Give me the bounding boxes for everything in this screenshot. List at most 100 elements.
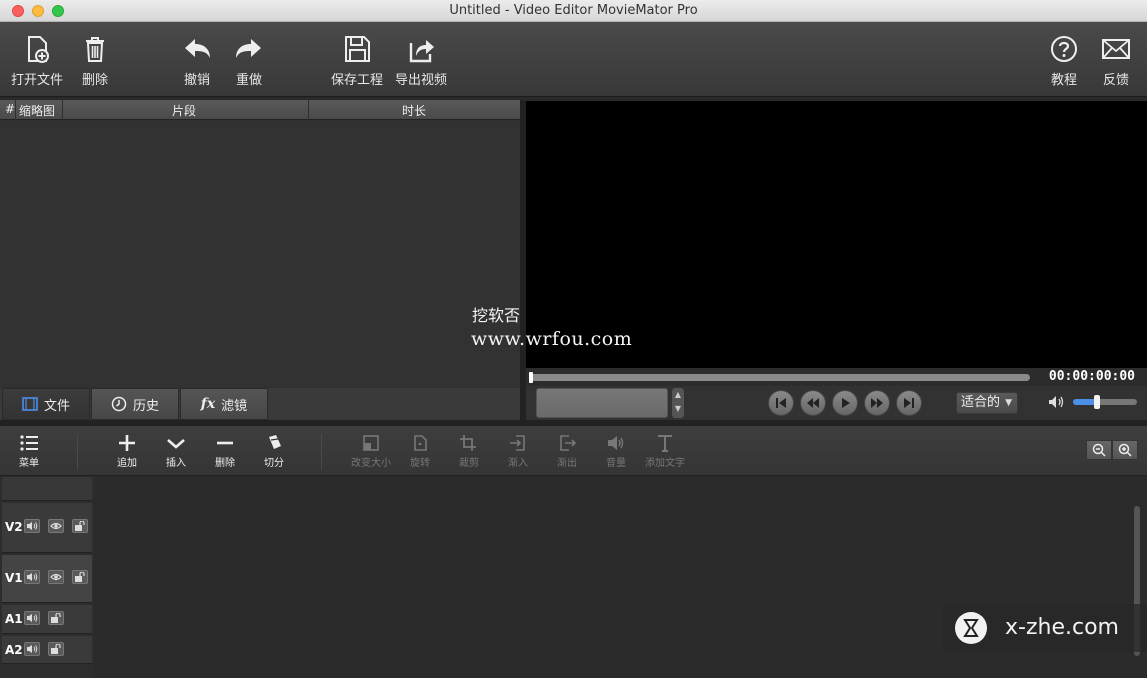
help-icon (1051, 36, 1077, 62)
volume-icon[interactable] (1048, 395, 1066, 409)
track-header-v2[interactable]: V2 (2, 503, 92, 553)
track-name: A1 (5, 612, 23, 626)
playback-controls: ▲ ▼ 适合的 ▼ (526, 386, 1147, 420)
save-project-label: 保存工程 (330, 73, 383, 88)
volume-slider[interactable] (1073, 399, 1137, 405)
menu-button[interactable]: 菜单 (5, 434, 53, 469)
remove-button[interactable]: 删除 (201, 434, 249, 469)
watermark-cn: 挖软否 (472, 306, 521, 325)
volume-label: 音量 (606, 458, 626, 469)
tab-filters[interactable]: fx 滤镜 (180, 388, 268, 420)
timecode-stepper[interactable]: ▲ ▼ (672, 388, 684, 418)
rotate-button[interactable]: 旋转 (396, 434, 444, 469)
export-video-label: 导出视频 (394, 73, 447, 88)
open-file-button[interactable]: 打开文件 (5, 34, 69, 92)
play-icon (842, 398, 850, 408)
resize-button[interactable]: 改变大小 (347, 434, 395, 469)
insert-button[interactable]: 插入 (152, 434, 200, 469)
tab-history-label: 历史 (132, 398, 159, 414)
speaker-icon (608, 436, 624, 450)
mute-icon[interactable] (24, 642, 40, 656)
fade-in-label: 渐入 (508, 458, 528, 469)
split-button[interactable]: 切分 (250, 434, 298, 469)
eye-icon[interactable] (48, 519, 64, 533)
zoom-fit-select[interactable]: 适合的 ▼ (956, 392, 1018, 414)
track-header-a2[interactable]: A2 (2, 636, 92, 664)
skip-to-start-button[interactable] (768, 390, 794, 416)
tab-history[interactable]: 历史 (91, 388, 179, 420)
volume-handle[interactable] (1094, 395, 1100, 409)
track-header-v1[interactable]: V1 (2, 555, 92, 603)
track-headers: V2 V1 A1 A2 (0, 477, 94, 678)
list-icon (20, 435, 38, 451)
track-ruler-corner (2, 477, 92, 501)
timeline-toolbar: 菜单 追加 插入 删除 切分 改变大小 旋转 裁剪 渐入 渐出 音量 添加文字 (0, 426, 1147, 476)
skip-to-end-button[interactable] (896, 390, 922, 416)
fade-in-button[interactable]: 渐入 (494, 434, 542, 469)
append-label: 追加 (117, 458, 137, 469)
plus-icon (119, 435, 135, 451)
mute-icon[interactable] (24, 519, 40, 533)
export-video-button[interactable]: 导出视频 (389, 34, 453, 92)
mail-icon (1102, 39, 1130, 59)
play-button[interactable] (832, 390, 858, 416)
title-bar: Untitled - Video Editor MovieMator Pro (0, 0, 1147, 22)
delete-button[interactable]: 删除 (63, 34, 127, 92)
zoom-out-button[interactable] (1086, 440, 1112, 460)
lock-icon[interactable] (48, 611, 64, 625)
lock-icon[interactable] (72, 519, 88, 533)
eye-icon[interactable] (48, 570, 64, 584)
delete-label: 删除 (81, 73, 108, 88)
playhead-handle[interactable] (529, 372, 533, 383)
zoom-in-button[interactable] (1112, 440, 1138, 460)
rotate-icon (414, 435, 427, 451)
lock-icon[interactable] (48, 642, 64, 656)
feedback-button[interactable]: 反馈 (1084, 34, 1147, 92)
timecode-display: 00:00:00:00 (1048, 369, 1135, 384)
fx-icon: fx (200, 396, 216, 412)
tab-files-label: 文件 (43, 398, 70, 414)
track-name: V1 (5, 571, 23, 585)
window-title: Untitled - Video Editor MovieMator Pro (449, 3, 698, 18)
crop-button[interactable]: 裁剪 (445, 434, 493, 469)
mute-icon[interactable] (24, 570, 40, 584)
resize-icon (363, 435, 379, 451)
add-text-button[interactable]: 添加文字 (641, 434, 689, 469)
fast-forward-icon (871, 398, 883, 408)
text-icon (658, 435, 672, 452)
timecode-input[interactable] (536, 388, 668, 418)
add-text-label: 添加文字 (645, 458, 685, 469)
column-number[interactable]: # (5, 102, 15, 116)
track-header-a1[interactable]: A1 (2, 605, 92, 634)
open-file-icon (28, 36, 49, 63)
tab-files[interactable]: 文件 (2, 388, 90, 420)
rewind-button[interactable] (800, 390, 826, 416)
column-duration[interactable]: 时长 (402, 102, 426, 119)
zoom-in-icon (1118, 443, 1132, 457)
progress-track[interactable] (530, 374, 1030, 381)
media-panel: # 缩略图 片段 时长 文件 历史 fx 滤镜 (0, 100, 520, 420)
split-label: 切分 (264, 458, 284, 469)
column-thumbnail[interactable]: 缩略图 (19, 102, 55, 119)
open-file-label: 打开文件 (10, 73, 63, 88)
media-tabs: 文件 历史 fx 滤镜 (0, 388, 520, 420)
chevron-down-icon (167, 439, 185, 449)
mute-icon[interactable] (24, 611, 40, 625)
trash-icon (86, 37, 104, 62)
fast-forward-button[interactable] (864, 390, 890, 416)
volume-button[interactable]: 音量 (592, 434, 640, 469)
lock-icon[interactable] (72, 570, 88, 584)
playback-progress: 00:00:00:00 (526, 368, 1147, 386)
redo-button[interactable]: 重做 (217, 34, 281, 92)
track-name: V2 (5, 520, 23, 534)
append-button[interactable]: 追加 (103, 434, 151, 469)
skip-back-icon (776, 398, 786, 408)
save-project-button[interactable]: 保存工程 (325, 34, 389, 92)
media-list[interactable] (0, 121, 520, 387)
rotate-label: 旋转 (410, 458, 430, 469)
fade-out-label: 渐出 (557, 458, 577, 469)
watermark-brand-text: x-zhe.com (1005, 615, 1119, 640)
watermark-url: www.wrfou.com (471, 328, 633, 350)
column-clip[interactable]: 片段 (172, 102, 196, 119)
fade-out-button[interactable]: 渐出 (543, 434, 591, 469)
